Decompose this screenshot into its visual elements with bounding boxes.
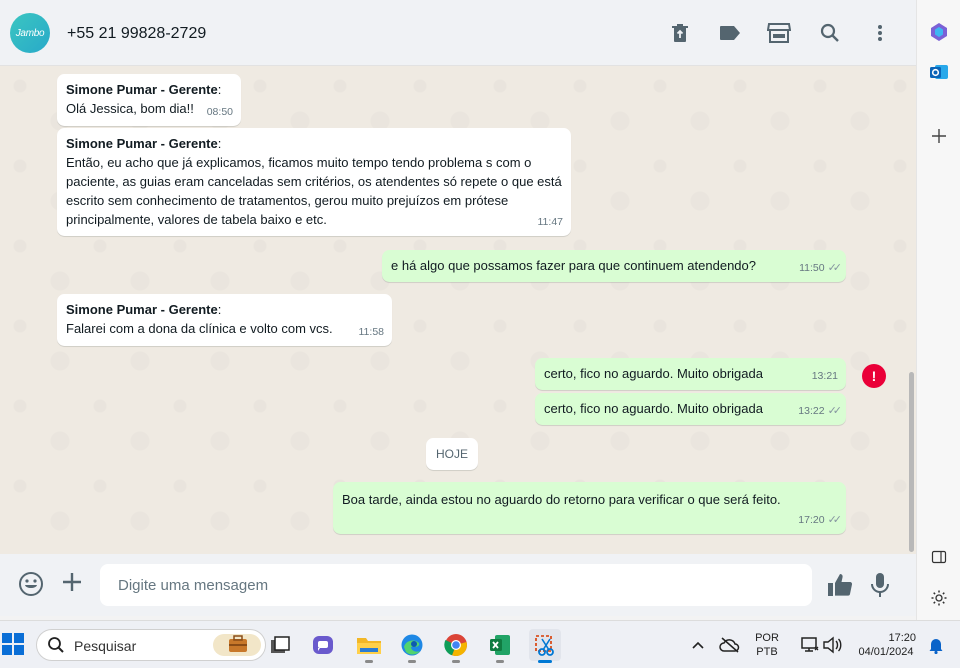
cloud-offline-icon[interactable] — [714, 629, 746, 661]
message-bubble-outgoing[interactable]: Boa tarde, ainda estou no aguardo do ret… — [333, 482, 846, 534]
trash-icon[interactable] — [667, 20, 693, 46]
message-sender: Simone Pumar - Gerente — [66, 136, 218, 151]
search-highlight-icon — [213, 634, 261, 656]
message-composer — [0, 554, 916, 616]
chrome-icon[interactable] — [440, 629, 472, 663]
message-time: 13:22 ✓✓ — [798, 402, 843, 421]
search-icon[interactable] — [817, 20, 843, 46]
message-text: certo, fico no aguardo. Muito obrigada — [544, 366, 763, 381]
store-icon[interactable] — [766, 20, 792, 46]
speaker-icon[interactable] — [816, 629, 848, 661]
plus-icon[interactable] — [60, 571, 84, 595]
emoji-icon[interactable] — [18, 571, 44, 597]
search-label: Pesquisar — [74, 638, 137, 654]
message-bubble-incoming[interactable]: Simone Pumar - Gerente: Falarei com a do… — [57, 294, 392, 346]
windows-start-icon[interactable] — [2, 633, 24, 655]
excel-icon[interactable] — [484, 629, 516, 663]
teams-icon[interactable] — [307, 629, 339, 661]
read-receipt-icon: ✓✓ — [827, 262, 843, 274]
running-indicator — [452, 660, 460, 663]
chat-header: Jambo +55 21 99828-2729 — [0, 0, 916, 66]
message-bubble-outgoing[interactable]: certo, fico no aguardo. Muito obrigada 1… — [535, 393, 846, 425]
message-input[interactable] — [100, 564, 812, 606]
message-bubble-outgoing[interactable]: certo, fico no aguardo. Muito obrigada 1… — [535, 358, 846, 390]
contact-avatar[interactable]: Jambo — [10, 13, 50, 53]
microphone-icon[interactable] — [868, 571, 892, 599]
outlook-icon[interactable] — [927, 60, 951, 84]
message-time: 08:50 — [206, 106, 233, 118]
active-indicator — [538, 660, 552, 663]
running-indicator — [496, 660, 504, 663]
settings-gear-icon[interactable] — [927, 586, 951, 610]
input-language-indicator[interactable]: POR PTB — [752, 631, 782, 659]
snipping-tool-icon[interactable] — [529, 629, 561, 663]
read-receipt-icon: ✓✓ — [827, 405, 843, 417]
chat-scrollbar[interactable] — [909, 372, 914, 552]
copilot-icon[interactable] — [927, 20, 951, 44]
browser-edge-sidebar — [916, 0, 960, 620]
notification-bell-icon[interactable] — [920, 629, 952, 661]
file-explorer-icon[interactable] — [353, 629, 385, 663]
message-error-icon[interactable]: ! — [862, 364, 886, 388]
message-time: 11:58 — [358, 326, 385, 338]
message-bubble-incoming[interactable]: Simone Pumar - Gerente: Então, eu acho q… — [57, 128, 571, 236]
message-sender: Simone Pumar - Gerente — [66, 82, 218, 97]
read-receipt-icon: ✓✓ — [827, 514, 843, 526]
edge-browser-icon[interactable] — [396, 629, 428, 663]
message-text: Boa tarde, ainda estou no aguardo do ret… — [342, 492, 781, 507]
message-text: Falarei com a dona da clínica e volto co… — [66, 321, 333, 336]
message-time: 11:50 ✓✓ — [799, 259, 843, 278]
add-icon[interactable] — [927, 124, 951, 148]
message-sender: Simone Pumar - Gerente — [66, 302, 218, 317]
message-time: 17:20 ✓✓ — [798, 511, 843, 530]
message-text: certo, fico no aguardo. Muito obrigada — [544, 401, 763, 416]
date-separator: HOJE — [426, 438, 478, 470]
message-bubble-outgoing[interactable]: e há algo que possamos fazer para que co… — [382, 250, 846, 282]
sidebar-toggle-icon[interactable] — [927, 545, 951, 569]
task-view-icon[interactable] — [264, 629, 296, 661]
running-indicator — [408, 660, 416, 663]
contact-name[interactable]: +55 21 99828-2729 — [67, 25, 206, 43]
chat-message-list[interactable]: Simone Pumar - Gerente: Olá Jessica, bom… — [0, 66, 916, 554]
search-icon — [48, 637, 64, 653]
message-text: Então, eu acho que já explicamos, ficamo… — [66, 155, 562, 227]
taskbar-search[interactable]: Pesquisar — [36, 629, 266, 661]
label-icon[interactable] — [717, 20, 743, 46]
message-text: e há algo que possamos fazer para que co… — [391, 258, 756, 273]
message-time: 13:21 — [811, 370, 838, 382]
windows-taskbar: Pesquisar POR PTB 17:20 04/01/2024 — [0, 620, 960, 668]
message-bubble-incoming[interactable]: Simone Pumar - Gerente: Olá Jessica, bom… — [57, 74, 241, 126]
system-clock[interactable]: 17:20 04/01/2024 — [850, 631, 922, 659]
message-time: 11:47 — [537, 216, 564, 228]
more-vertical-icon[interactable] — [867, 20, 893, 46]
running-indicator — [365, 660, 373, 663]
thumbs-up-icon[interactable] — [826, 571, 854, 599]
chevron-up-icon[interactable] — [682, 629, 714, 661]
